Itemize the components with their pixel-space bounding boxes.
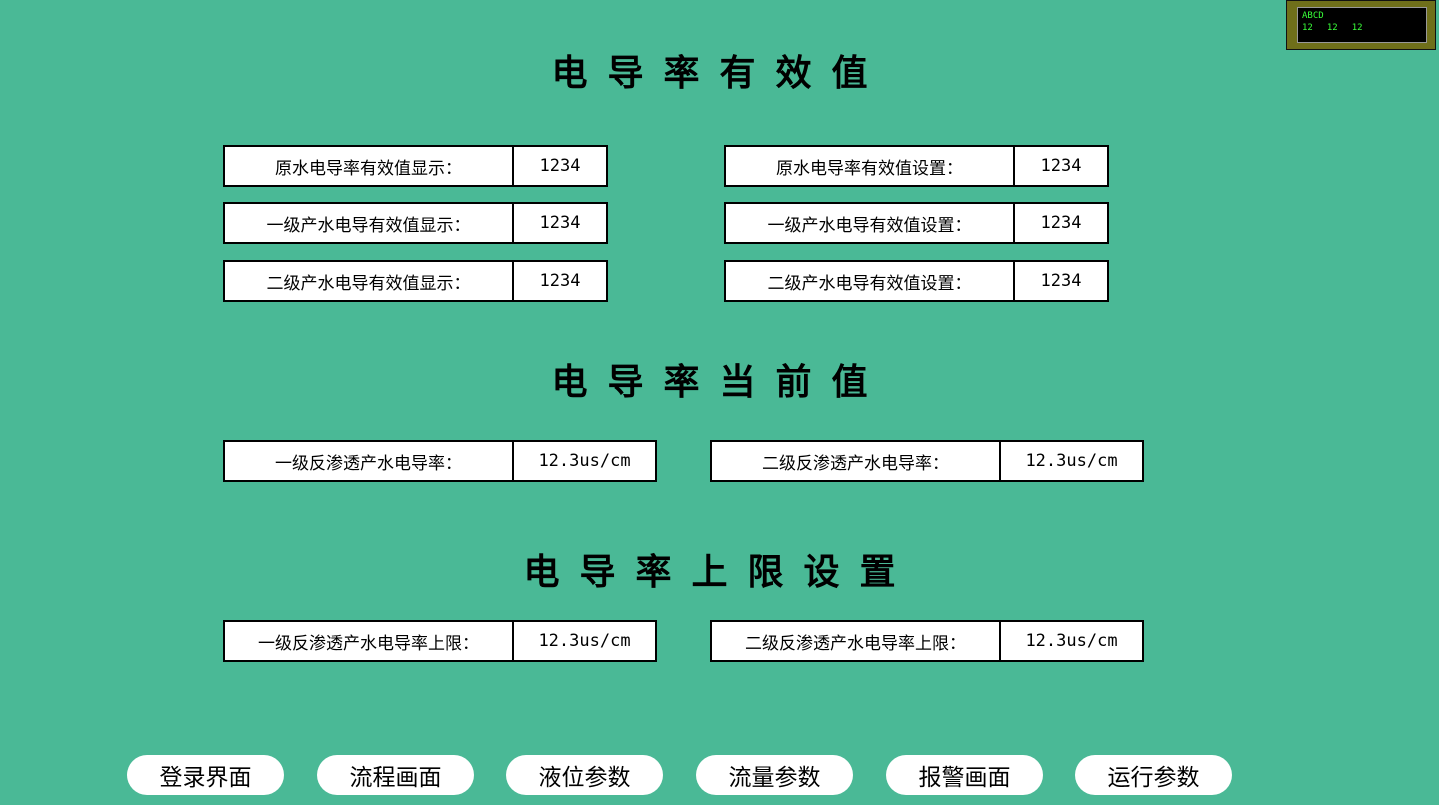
stage1-conductivity-display: 一级产水电导有效值显示： 1234 xyxy=(223,202,608,244)
limit-input[interactable]: 12.3us/cm xyxy=(1001,622,1142,660)
status-value-1: 12 xyxy=(1302,23,1313,33)
nav-alarm-button[interactable]: 报警画面 xyxy=(886,755,1043,795)
field-label: 一级产水电导有效值显示： xyxy=(225,204,514,242)
status-display: ABCD 12 12 12 xyxy=(1297,7,1427,43)
section-title-limit: 电导率上限设置 xyxy=(523,551,916,593)
stage2-conductivity-setting[interactable]: 二级产水电导有效值设置： 1234 xyxy=(724,260,1109,302)
status-indicator: ABCD 12 12 12 xyxy=(1286,0,1436,50)
field-value: 1234 xyxy=(539,213,581,233)
field-value: 12.3us/cm xyxy=(538,451,631,471)
stage1-ro-conductivity-limit[interactable]: 一级反渗透产水电导率上限： 12.3us/cm xyxy=(223,620,657,662)
field-label: 一级产水电导有效值设置： xyxy=(726,204,1015,242)
raw-conductivity-display: 原水电导率有效值显示： 1234 xyxy=(223,145,608,187)
field-label: 一级反渗透产水电导率： xyxy=(225,442,514,480)
field-label: 一级反渗透产水电导率上限： xyxy=(225,622,514,660)
stage1-conductivity-setting[interactable]: 一级产水电导有效值设置： 1234 xyxy=(724,202,1109,244)
field-label: 二级反渗透产水电导率： xyxy=(712,442,1001,480)
stage2-ro-conductivity: 二级反渗透产水电导率： 12.3us/cm xyxy=(710,440,1144,482)
section-title-current: 电导率当前值 xyxy=(551,361,888,403)
stage2-ro-conductivity-limit[interactable]: 二级反渗透产水电导率上限： 12.3us/cm xyxy=(710,620,1144,662)
nav-flow-button[interactable]: 流量参数 xyxy=(696,755,853,795)
field-label: 二级反渗透产水电导率上限： xyxy=(712,622,1001,660)
field-value: 12.3us/cm xyxy=(1025,451,1118,471)
limit-input[interactable]: 12.3us/cm xyxy=(514,622,655,660)
field-label: 原水电导率有效值显示： xyxy=(225,147,514,185)
section-title-effective: 电导率有效值 xyxy=(551,52,888,94)
nav-login-button[interactable]: 登录界面 xyxy=(127,755,284,795)
field-label: 二级产水电导有效值显示： xyxy=(225,262,514,300)
nav-run-params-button[interactable]: 运行参数 xyxy=(1075,755,1232,795)
status-value-3: 12 xyxy=(1351,23,1363,33)
field-value: 1234 xyxy=(539,271,581,291)
setting-input[interactable]: 1234 xyxy=(1015,147,1107,185)
field-value: 1234 xyxy=(539,156,581,176)
setting-input[interactable]: 1234 xyxy=(1015,262,1107,300)
status-line-1: ABCD xyxy=(1302,11,1324,21)
stage1-ro-conductivity: 一级反渗透产水电导率： 12.3us/cm xyxy=(223,440,657,482)
stage2-conductivity-display: 二级产水电导有效值显示： 1234 xyxy=(223,260,608,302)
status-value-2: 12 xyxy=(1326,23,1338,33)
raw-conductivity-setting[interactable]: 原水电导率有效值设置： 1234 xyxy=(724,145,1109,187)
field-label: 二级产水电导有效值设置： xyxy=(726,262,1015,300)
nav-level-button[interactable]: 液位参数 xyxy=(506,755,663,795)
field-label: 原水电导率有效值设置： xyxy=(726,147,1015,185)
nav-process-button[interactable]: 流程画面 xyxy=(317,755,474,795)
setting-input[interactable]: 1234 xyxy=(1015,204,1107,242)
